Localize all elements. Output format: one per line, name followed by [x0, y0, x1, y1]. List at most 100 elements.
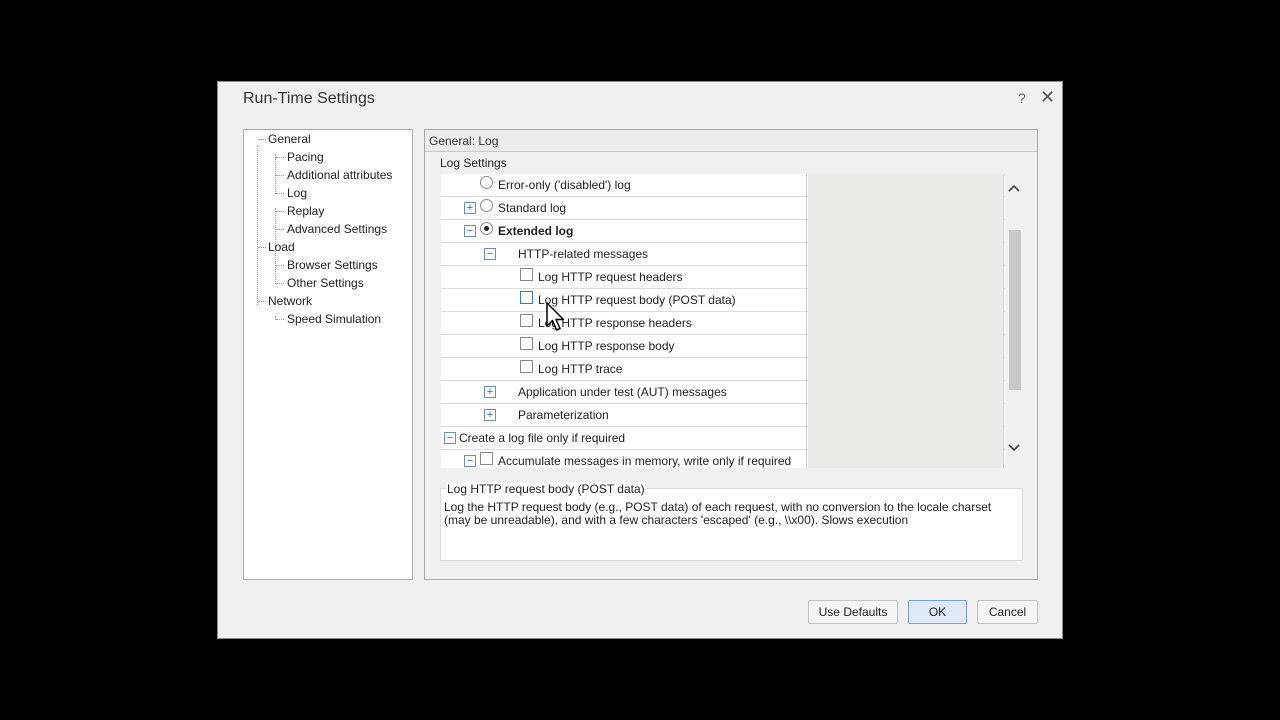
- grid-row[interactable]: Log HTTP response body: [441, 335, 1005, 358]
- row-value-cell: [808, 404, 1004, 427]
- row-name-cell: − Accumulate messages in memory, write o…: [441, 450, 807, 468]
- panel-header: General: Log: [425, 130, 1037, 152]
- scroll-thumb[interactable]: [1009, 230, 1021, 390]
- tree-connector: [276, 211, 284, 212]
- row-value-cell: [808, 358, 1004, 381]
- row-value-cell: [808, 427, 1004, 450]
- tree-item-network[interactable]: Network: [268, 293, 312, 309]
- standard-log-radio[interactable]: [480, 199, 493, 212]
- tree-connector: [257, 145, 258, 305]
- tree-item-advanced-settings[interactable]: Advanced Settings: [287, 221, 387, 237]
- tree-item-other-settings[interactable]: Other Settings: [287, 275, 364, 291]
- row-label: Log HTTP trace: [538, 362, 623, 376]
- row-name-cell: − HTTP-related messages: [441, 243, 807, 266]
- tree-item-additional-attributes[interactable]: Additional attributes: [287, 167, 392, 183]
- row-value-cell: [808, 312, 1004, 335]
- help-icon[interactable]: ?: [1018, 90, 1026, 106]
- error-only-log-radio[interactable]: [480, 176, 493, 189]
- row-label: Log HTTP request body (POST data): [538, 293, 736, 307]
- expand-icon[interactable]: +: [484, 386, 496, 398]
- accumulate-messages-checkbox[interactable]: [480, 452, 493, 465]
- cancel-button[interactable]: Cancel: [977, 600, 1038, 624]
- row-label: Error-only ('disabled') log: [498, 178, 631, 192]
- row-value-cell: [808, 243, 1004, 266]
- row-name-cell: − Create a log file only if required: [441, 427, 807, 450]
- row-label: Create a log file only if required: [459, 431, 626, 445]
- tree-item-log[interactable]: Log: [287, 185, 307, 201]
- settings-tree: General Pacing Additional attributes Log…: [243, 129, 413, 580]
- expand-icon[interactable]: +: [484, 409, 496, 421]
- collapse-icon[interactable]: −: [464, 455, 476, 467]
- log-response-headers-checkbox[interactable]: [520, 314, 533, 327]
- tree-connector: [276, 283, 284, 284]
- extended-log-radio[interactable]: [480, 222, 493, 235]
- log-request-headers-checkbox[interactable]: [520, 268, 533, 281]
- row-name-cell: − Extended log: [441, 220, 807, 243]
- collapse-icon[interactable]: −: [444, 432, 456, 444]
- tree-connector: [276, 265, 284, 266]
- row-name-cell: + Parameterization: [441, 404, 807, 427]
- grid-row[interactable]: − Create a log file only if required: [441, 427, 1005, 450]
- row-name-cell: Log HTTP response body: [441, 335, 807, 358]
- row-value-cell: [808, 450, 1004, 468]
- row-label: Log HTTP response body: [538, 339, 675, 353]
- mouse-cursor-icon: [546, 302, 565, 331]
- grid-row[interactable]: Log HTTP response headers: [441, 312, 1005, 335]
- section-label: Log Settings: [440, 156, 507, 170]
- tree-item-pacing[interactable]: Pacing: [287, 149, 324, 165]
- grid-row[interactable]: + Standard log: [441, 197, 1005, 220]
- ok-button[interactable]: OK: [908, 600, 967, 624]
- row-name-cell: + Application under test (AUT) messages: [441, 381, 807, 404]
- tree-connector: [258, 139, 266, 140]
- use-defaults-button[interactable]: Use Defaults: [808, 600, 898, 624]
- tree-connector: [276, 229, 284, 230]
- row-label: HTTP-related messages: [518, 247, 649, 261]
- chevron-up-icon[interactable]: [1005, 182, 1023, 196]
- grid-scrollbar[interactable]: [1005, 174, 1023, 468]
- log-settings-panel: General: Log Log Settings Error-only ('d…: [424, 129, 1038, 580]
- row-label: Application under test (AUT) messages: [518, 385, 727, 399]
- description-text: Log the HTTP request body (e.g., POST da…: [444, 500, 992, 527]
- chevron-down-icon[interactable]: [1005, 442, 1023, 456]
- grid-row[interactable]: + Application under test (AUT) messages: [441, 381, 1005, 404]
- log-response-body-checkbox[interactable]: [520, 337, 533, 350]
- dialog-title: Run-Time Settings: [243, 90, 375, 107]
- tree-item-replay[interactable]: Replay: [287, 203, 324, 219]
- grid-row[interactable]: + Parameterization: [441, 404, 1005, 427]
- tree-connector: [276, 157, 284, 158]
- expand-icon[interactable]: +: [464, 202, 476, 214]
- row-label: Log HTTP request headers: [538, 270, 683, 284]
- tree-item-load[interactable]: Load: [268, 239, 295, 255]
- tree-item-speed-simulation[interactable]: Speed Simulation: [287, 311, 381, 327]
- grid-row[interactable]: Log HTTP trace: [441, 358, 1005, 381]
- grid-row[interactable]: − Accumulate messages in memory, write o…: [441, 450, 1005, 468]
- grid-row[interactable]: − Extended log: [441, 220, 1005, 243]
- close-icon[interactable]: ✕: [1040, 87, 1055, 108]
- tree-connector: [276, 193, 284, 194]
- log-settings-grid: Error-only ('disabled') log + Standard l…: [441, 174, 1023, 468]
- row-name-cell: Log HTTP trace: [441, 358, 807, 381]
- description-title: Log HTTP request body (POST data): [446, 482, 646, 496]
- row-label: Parameterization: [518, 408, 609, 422]
- tree-connector: [275, 154, 276, 194]
- tree-connector: [258, 247, 266, 248]
- collapse-icon[interactable]: −: [464, 225, 476, 237]
- grid-row[interactable]: Log HTTP request body (POST data): [441, 289, 1005, 312]
- log-http-trace-checkbox[interactable]: [520, 360, 533, 373]
- row-value-cell: [808, 197, 1004, 220]
- log-request-body-checkbox[interactable]: [520, 291, 533, 304]
- grid-row[interactable]: Error-only ('disabled') log: [441, 174, 1005, 197]
- tree-connector: [258, 301, 266, 302]
- grid-row[interactable]: − HTTP-related messages: [441, 243, 1005, 266]
- tree-item-browser-settings[interactable]: Browser Settings: [287, 257, 378, 273]
- tree-connector: [276, 319, 284, 320]
- grid-row[interactable]: Log HTTP request headers: [441, 266, 1005, 289]
- tree-item-general[interactable]: General: [268, 131, 311, 147]
- row-value-cell: [808, 289, 1004, 312]
- row-value-cell: [808, 335, 1004, 358]
- row-value-cell: [808, 266, 1004, 289]
- collapse-icon[interactable]: −: [484, 248, 496, 260]
- row-name-cell: Log HTTP request headers: [441, 266, 807, 289]
- row-label: Extended log: [498, 224, 574, 238]
- row-value-cell: [808, 174, 1004, 197]
